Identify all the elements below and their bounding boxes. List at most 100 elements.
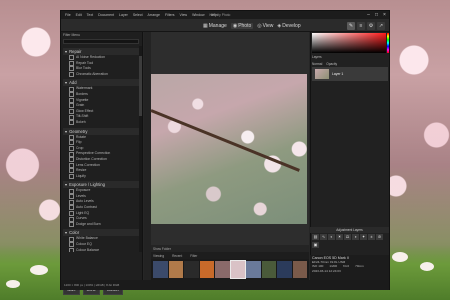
filmstrip-thumbnail[interactable] [153,261,168,278]
persona-tabs: ▦ Manage ◉ Photo ◎ View ◈ Develop [203,19,301,32]
chevron-down-icon: ▾ [65,49,68,54]
mode-manage[interactable]: ▦ Manage [203,23,227,29]
settings-icon[interactable]: ⚙ [367,21,375,30]
menu-item[interactable]: Window [192,13,204,17]
color-picker-shade [312,33,386,53]
filter-item-icon [69,92,74,98]
tab-recent[interactable]: Recent [172,254,182,258]
tab-filter[interactable]: Filter [190,254,197,258]
chevron-down-icon: ▾ [65,230,68,236]
vibrance-icon[interactable]: ✦ [360,234,367,240]
photo-canvas[interactable] [151,74,307,224]
close-icon[interactable]: × [382,12,387,18]
scrollbar-thumb[interactable] [139,56,142,116]
filmstrip-thumbnail[interactable] [199,261,214,278]
tab-viewing[interactable]: Viewing [153,254,164,258]
filmstrip-thumbnail[interactable] [215,261,230,278]
filmstrip-thumbnail[interactable] [292,261,307,278]
menu-item[interactable]: Layer [119,13,128,17]
iso-value: ISO 100 [312,264,324,269]
wallpaper-flower [30,265,48,275]
window-title: Affinity Photo [211,13,231,17]
chevron-down-icon: ▾ [65,182,68,188]
filter-section-header[interactable]: ▾ Color [63,229,141,237]
filter-item[interactable]: Liquify [63,174,141,180]
show-folder-label[interactable]: Show Folder [153,247,171,251]
menu-item[interactable]: View [180,13,188,17]
filter-panel-title: Filter Menu [63,33,80,37]
filter-item[interactable]: Colour Balance [63,248,141,252]
exposure-icon[interactable]: ± [368,234,375,240]
filmstrip-thumbnail[interactable] [246,261,261,278]
filter-item-icon [69,199,74,205]
brightness-icon[interactable]: ☀ [336,234,343,240]
app-window: File Edit Text Document Layer Select Arrange Fi… [60,10,390,295]
filter-item-icon [69,194,74,200]
levels-icon[interactable]: ▤ [312,234,319,240]
minimize-icon[interactable]: – [366,12,371,18]
hsl-icon[interactable]: ◐ [328,234,335,240]
menu-item[interactable]: Filters [165,13,175,17]
status-bar: 1200 × 800 px | 100% | sRGB | 8-bit RGB [61,280,389,290]
wallpaper-flower [420,262,434,271]
invert-icon[interactable]: ⊘ [376,234,383,240]
lut-icon[interactable]: ▣ [312,241,319,248]
menu-item[interactable]: Select [133,13,143,17]
filter-item[interactable]: Chromatic Aberration [63,72,141,78]
filter-item-icon [69,162,74,168]
opacity-label: Opacity [326,62,338,66]
mode-develop[interactable]: ◈ Develop [277,23,300,29]
layers-icon[interactable]: ≡ [357,21,365,30]
filter-list: ▾ Repair AI Noise Reduction Repair Tool Blur… [63,46,141,252]
filter-item-icon [69,97,74,103]
menu-item[interactable]: Text [87,13,93,17]
filmstrip-thumbnail[interactable] [229,260,246,279]
menu-item[interactable]: Document [98,13,114,17]
filmstrip-thumbnail[interactable] [277,261,292,278]
filmstrip-thumbnail[interactable] [184,261,199,278]
layer-row[interactable]: Layer 1 [312,67,388,81]
filter-item-icon [69,157,74,163]
balance-icon[interactable]: ⚖ [344,234,351,240]
filter-item-icon [69,146,74,152]
curves-icon[interactable]: ∿ [320,234,327,240]
bw-icon[interactable]: ◑ [352,234,359,240]
filter-item-icon [69,216,74,222]
filter-item[interactable]: Dodge and Burn [63,222,141,228]
menu-item[interactable]: Edit [76,13,82,17]
layers-tabs: Layers [312,54,388,60]
share-icon[interactable]: ↗ [377,21,385,30]
filter-section-header[interactable]: ▾ Repair [63,48,141,55]
camera-icon: ◉ [232,22,238,29]
filter-item-icon [69,114,74,120]
hue-slider[interactable] [387,33,389,53]
filmstrip-thumbnail[interactable] [168,261,183,278]
filter-section-header[interactable]: ▾ Add [63,79,141,87]
filter-item-label: Chromatic Aberration [76,71,108,76]
filter-list-scrollbar[interactable] [139,46,142,252]
wallpaper-flower [392,252,408,262]
mode-view[interactable]: ◎ View [257,23,273,29]
brush-icon[interactable]: ✎ [347,21,355,30]
filter-section-header[interactable]: ▾ Geometry [63,127,141,135]
filter-item-icon [69,188,74,194]
filmstrip-thumbnail[interactable] [261,261,276,278]
develop-icon: ◈ [277,22,282,29]
shutter-value: 1/200 [329,264,338,269]
filter-item[interactable]: Bokeh [63,120,141,126]
status-text: 1200 × 800 px | 100% | sRGB | 8-bit RGB [64,283,120,287]
focal-value: 70mm [355,264,364,269]
menu-item[interactable]: Arrange [148,13,160,17]
filter-item-icon [69,103,74,109]
filter-search-input[interactable] [63,39,139,44]
menu-item[interactable]: File [65,13,71,17]
filter-section-label: Geometry [69,128,88,134]
filter-item-icon [69,242,74,248]
layers-tab[interactable]: Layers [312,55,322,59]
maximize-icon[interactable]: □ [374,12,379,18]
filter-section-header[interactable]: ▾ Exposure / Lighting [63,181,141,189]
filter-item-icon [69,173,74,179]
filter-item-icon [69,247,74,252]
blend-mode-select[interactable]: Normal [312,62,322,66]
mode-photo[interactable]: ◉ Photo [230,22,254,29]
